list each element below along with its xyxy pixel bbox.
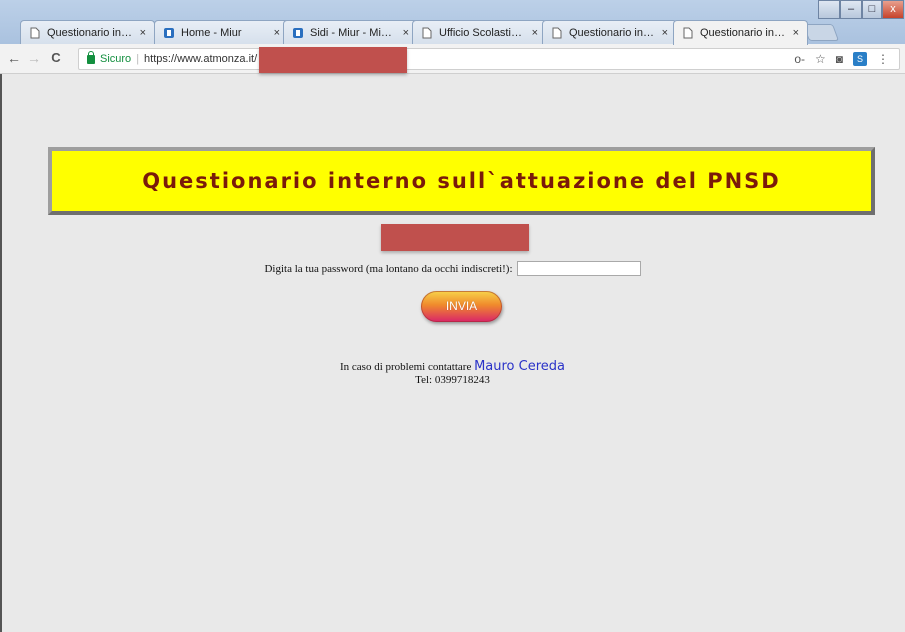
minimize-button[interactable]: – — [840, 0, 862, 19]
tab-title: Ufficio Scolastico Terri — [439, 26, 526, 39]
tab-title: Questionario interno s — [569, 26, 656, 39]
contact-prefix: In caso di problemi contattare — [339, 361, 472, 373]
tab-questionario-2[interactable]: Questionario interno s × — [542, 20, 677, 44]
redaction-block — [381, 224, 529, 251]
camera-icon[interactable]: ◙ — [836, 52, 843, 66]
password-row: Digita la tua password (ma lontano da oc… — [0, 261, 905, 276]
contact-link[interactable]: Mauro Cereda — [474, 359, 565, 374]
omnibox-icons: o- ☆ ◙ S ⋮ — [794, 52, 889, 66]
tab-title: Questionario interno s — [47, 26, 134, 39]
tab-questionario-active[interactable]: Questionario interno s × — [673, 20, 808, 45]
lock-icon — [87, 50, 95, 64]
page-title: Questionario interno sull`attuazione del… — [142, 169, 781, 193]
close-icon[interactable]: × — [274, 27, 280, 39]
extension-icon[interactable]: S — [853, 52, 867, 66]
key-icon[interactable]: o- — [794, 52, 805, 66]
close-icon[interactable]: × — [140, 27, 146, 39]
browser-titlebar: Questionario interno s × Home - Miur × S… — [0, 0, 905, 45]
tab-sidi-miur[interactable]: Sidi - Miur - Ministero × — [283, 20, 418, 44]
password-label: Digita la tua password (ma lontano da oc… — [264, 262, 513, 275]
tab-title: Home - Miur — [181, 26, 242, 39]
tab-title: Sidi - Miur - Ministero — [310, 26, 397, 39]
page-banner: Questionario interno sull`attuazione del… — [48, 147, 875, 215]
miur-icon — [292, 27, 304, 39]
tab-ufficio-scolastico[interactable]: Ufficio Scolastico Terri × — [412, 20, 547, 44]
password-input[interactable] — [516, 261, 641, 276]
star-icon[interactable]: ☆ — [815, 52, 826, 66]
close-icon[interactable]: × — [532, 27, 538, 39]
page-icon — [551, 27, 563, 39]
submit-button[interactable]: INVIA — [421, 291, 502, 322]
contact-info: In caso di problemi contattare Mauro Cer… — [0, 360, 905, 387]
close-window-button[interactable]: x — [882, 0, 904, 19]
menu-icon[interactable]: ⋮ — [877, 52, 889, 66]
reload-button[interactable]: C — [48, 50, 64, 65]
close-icon[interactable]: × — [403, 27, 409, 39]
url-text[interactable]: https://www.atmonza.it/ — [144, 53, 257, 65]
tab-questionario-1[interactable]: Questionario interno s × — [20, 20, 155, 44]
redaction-block — [259, 47, 408, 73]
close-icon[interactable]: × — [662, 27, 668, 39]
close-icon[interactable]: × — [793, 27, 799, 39]
window-edge — [0, 74, 2, 632]
page-icon — [682, 27, 694, 39]
page-icon — [29, 27, 41, 39]
back-button[interactable]: ← — [6, 50, 22, 66]
tab-title: Questionario interno s — [700, 27, 787, 39]
miur-icon — [163, 27, 175, 39]
maximize-button[interactable]: □ — [862, 0, 882, 19]
browser-toolbar: ← → C Sicuro | https://www.atmonza.it/ o… — [0, 44, 905, 74]
address-separator: | — [136, 53, 140, 65]
new-tab-button[interactable] — [802, 24, 840, 41]
secure-label: Sicuro — [100, 53, 132, 65]
tab-home-miur[interactable]: Home - Miur × — [154, 20, 289, 44]
page-icon — [421, 27, 433, 39]
address-bar[interactable]: Sicuro | https://www.atmonza.it/ o- ☆ ◙ … — [78, 47, 900, 73]
restore-icon[interactable] — [818, 0, 840, 19]
contact-phone: Tel: 0399718243 — [415, 374, 490, 386]
forward-button[interactable]: → — [26, 50, 42, 66]
